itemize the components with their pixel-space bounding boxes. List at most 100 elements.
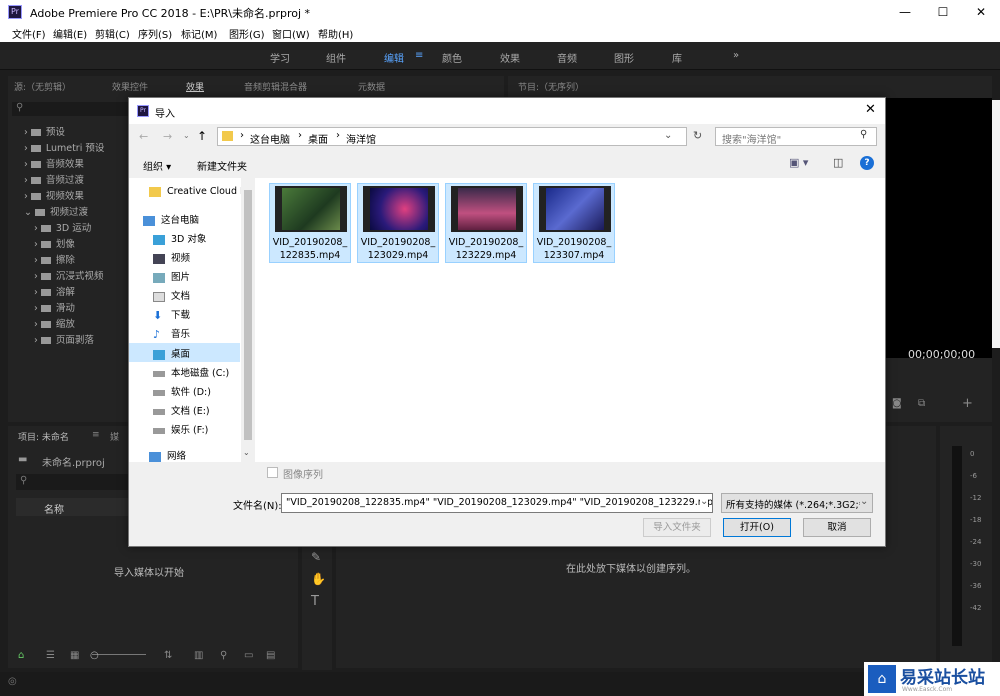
effects-tree-item[interactable]: › 视频效果 (24, 188, 84, 202)
breadcrumb-this-pc[interactable]: 这台电脑 (250, 131, 290, 146)
forward-arrow-icon[interactable]: → (163, 130, 172, 143)
help-icon[interactable]: ? (860, 156, 874, 170)
effects-tree-item[interactable]: › 缩放 (34, 316, 75, 330)
effects-tree-item[interactable]: › Lumetri 预设 (24, 140, 104, 154)
workspace-graphics[interactable]: 图形 (614, 50, 634, 65)
nav-item-drive-f[interactable]: 娱乐 (F:) (153, 422, 208, 436)
nav-item-drive-c[interactable]: 本地磁盘 (C:) (153, 365, 229, 379)
maximize-button[interactable]: ☐ (924, 0, 962, 24)
workspace-audio[interactable]: 音频 (557, 50, 577, 65)
minimize-button[interactable]: — (886, 0, 924, 24)
nav-scrollbar-thumb[interactable] (244, 190, 252, 440)
nav-item-videos[interactable]: 视频 (153, 250, 190, 264)
menu-window[interactable]: 窗口(W) (272, 26, 310, 41)
close-window-button[interactable]: ✕ (962, 0, 1000, 24)
view-options-icon[interactable]: ▣ ▾ (789, 156, 808, 169)
nav-scrollbar[interactable]: ⌄ (241, 178, 255, 462)
up-arrow-icon[interactable]: ↑ (197, 129, 207, 143)
organize-button[interactable]: 组织 ▾ (143, 158, 171, 173)
menu-clip[interactable]: 剪辑(C) (95, 26, 130, 41)
lock-icon[interactable]: ⌂ (18, 650, 24, 661)
recent-locations-icon[interactable]: ⌄ (183, 131, 190, 140)
effects-tree-item[interactable]: › 音频过渡 (24, 172, 84, 186)
export-frame-icon[interactable]: ◙ (892, 398, 902, 409)
image-sequence-checkbox[interactable] (267, 467, 278, 478)
menu-sequence[interactable]: 序列(S) (138, 26, 172, 41)
filename-dropdown-icon[interactable]: ⌄ (700, 496, 709, 507)
effects-search-input[interactable]: ⚲ (12, 102, 128, 116)
menu-file[interactable]: 文件(F) (12, 26, 46, 41)
file-item[interactable]: VID_20190208_ 122835.mp4 (269, 183, 351, 263)
project-column-header[interactable]: 名称 (16, 498, 136, 516)
compare-icon[interactable]: ⧉ (918, 398, 925, 409)
zoom-slider-thumb[interactable]: ○ (90, 650, 99, 661)
workspace-menu-icon[interactable]: ≡ (415, 50, 423, 61)
new-folder-button[interactable]: 新建文件夹 (197, 158, 247, 173)
refresh-icon[interactable]: ↻ (693, 129, 702, 142)
sort-icon[interactable]: ⇅ (164, 650, 172, 661)
effects-tree-item[interactable]: › 预设 (24, 124, 65, 138)
dialog-close-icon[interactable]: ✕ (865, 102, 876, 117)
list-view-icon[interactable]: ☰ (46, 650, 55, 661)
search-input[interactable]: 搜索"海洋馆" ⚲ (715, 127, 877, 146)
tab-media-browser[interactable]: 媒 (110, 430, 119, 448)
nav-item-downloads[interactable]: ⬇ 下载 (153, 307, 190, 322)
menu-help[interactable]: 帮助(H) (318, 26, 353, 41)
icon-view-icon[interactable]: ▦ (70, 650, 79, 661)
address-bar[interactable]: › 这台电脑 › 桌面 › 海洋馆 ⌄ (217, 127, 687, 146)
file-item[interactable]: VID_20190208_ 123229.mp4 (445, 183, 527, 263)
nav-item-music[interactable]: ♪ 音乐 (153, 326, 190, 341)
nav-item-network[interactable]: 网络 (149, 448, 186, 462)
filetype-select[interactable]: 所有支持的媒体 (*.264;*.3G2;* ⌄ (721, 493, 873, 513)
add-button-icon[interactable]: + (962, 396, 973, 411)
type-tool-icon[interactable]: T (311, 594, 319, 609)
hand-tool-icon[interactable]: ✋ (311, 572, 326, 586)
workspace-editing[interactable]: 编辑 (384, 50, 404, 65)
tab-effects[interactable]: 效果 (186, 80, 204, 98)
tab-audio-clip-mixer[interactable]: 音频剪辑混合器 (244, 80, 307, 98)
address-dropdown-icon[interactable]: ⌄ (664, 130, 672, 141)
tab-metadata[interactable]: 元数据 (358, 80, 385, 98)
find-icon[interactable]: ⚲ (220, 650, 227, 661)
workspace-learn[interactable]: 学习 (270, 50, 290, 65)
effects-tree-item[interactable]: › 3D 运动 (34, 220, 91, 234)
zoom-slider[interactable] (92, 654, 146, 655)
effects-tree-item[interactable]: ⌄ 视频过渡 (24, 204, 88, 218)
effects-tree-item[interactable]: › 划像 (34, 236, 75, 250)
nav-item-creative-cloud[interactable]: Creative Cloud F (149, 186, 245, 197)
effects-tree-item[interactable]: › 擦除 (34, 252, 75, 266)
tab-media-browser-icon[interactable]: ≡ (92, 430, 100, 448)
menu-graphics[interactable]: 图形(G) (229, 26, 265, 41)
nav-item-drive-d[interactable]: 软件 (D:) (153, 384, 211, 398)
nav-item-desktop[interactable]: 桌面 (153, 346, 190, 360)
effects-tree-item[interactable]: › 滑动 (34, 300, 75, 314)
filename-input[interactable]: "VID_20190208_122835.mp4" "VID_20190208_… (281, 493, 713, 513)
automate-icon[interactable]: ▥ (194, 650, 203, 661)
breadcrumb-ocean[interactable]: 海洋馆 (346, 131, 376, 146)
effects-tree-item[interactable]: › 页面剥落 (34, 332, 94, 346)
menu-edit[interactable]: 编辑(E) (53, 26, 87, 41)
nav-item-drive-e[interactable]: 文档 (E:) (153, 403, 210, 417)
nav-item-documents[interactable]: 文档 (153, 288, 190, 302)
cancel-button[interactable]: 取消 (803, 518, 871, 537)
preview-pane-icon[interactable]: ◫ (833, 156, 843, 169)
pen-tool-icon[interactable]: ✎ (311, 550, 321, 564)
workspace-assembly[interactable]: 组件 (326, 50, 346, 65)
file-item[interactable]: VID_20190208_ 123029.mp4 (357, 183, 439, 263)
menu-marker[interactable]: 标记(M) (181, 26, 217, 41)
file-item[interactable]: VID_20190208_ 123307.mp4 (533, 183, 615, 263)
tab-source[interactable]: 源:（无剪辑） (14, 80, 71, 98)
open-button[interactable]: 打开(O) (723, 518, 791, 537)
nav-item-this-pc[interactable]: 这台电脑 (143, 212, 199, 226)
workspace-libraries[interactable]: 库 (672, 50, 682, 65)
scroll-down-icon[interactable]: ⌄ (243, 448, 250, 457)
new-item-icon[interactable]: ▤ (266, 650, 275, 661)
nav-item-3d-objects[interactable]: 3D 对象 (153, 231, 206, 245)
tab-effect-controls[interactable]: 效果控件 (112, 80, 148, 98)
workspace-effects[interactable]: 效果 (500, 50, 520, 65)
workspace-color[interactable]: 颜色 (442, 50, 462, 65)
workspace-overflow-button[interactable]: » (733, 50, 739, 61)
project-search-input[interactable]: ⚲ (16, 474, 132, 490)
import-folder-button[interactable]: 导入文件夹 (643, 518, 711, 537)
tab-project[interactable]: 项目: 未命名 (18, 430, 69, 448)
